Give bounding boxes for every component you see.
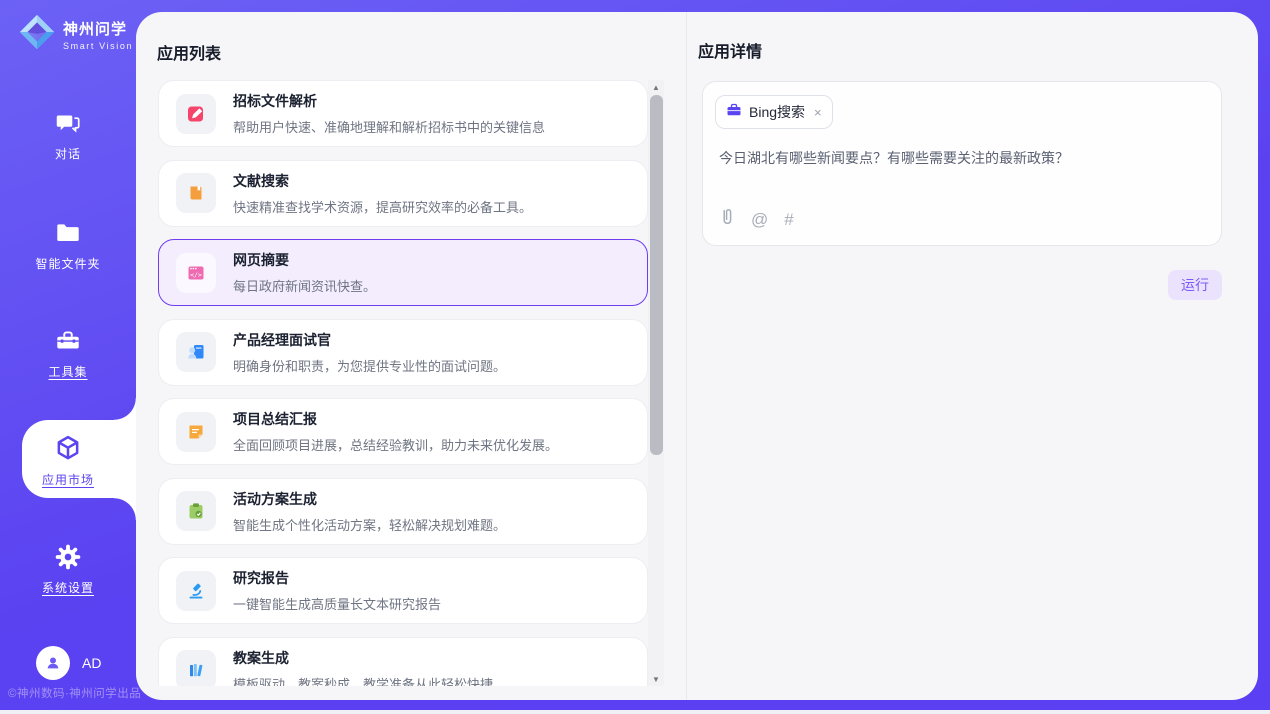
browser-code-icon: </> bbox=[176, 253, 216, 293]
copyright-text: ©神州数码·神州问学出品 bbox=[8, 685, 141, 701]
app-card-literature-search[interactable]: 文献搜索 快速精准查找学术资源，提高研究效率的必备工具。 bbox=[158, 160, 648, 227]
app-name: 活动方案生成 bbox=[233, 489, 506, 509]
run-button[interactable]: 运行 bbox=[1168, 270, 1222, 300]
chip-close-icon[interactable]: × bbox=[814, 105, 822, 120]
book-icon bbox=[176, 173, 216, 213]
app-name: 招标文件解析 bbox=[233, 91, 545, 111]
brand-name: 神州问学 bbox=[63, 18, 133, 39]
app-name: 文献搜索 bbox=[233, 171, 532, 191]
sidebar-item-settings[interactable]: 系统设置 bbox=[0, 542, 136, 597]
app-card-research-report[interactable]: 研究报告 一键智能生成高质量长文本研究报告 bbox=[158, 557, 648, 624]
app-detail-title: 应用详情 bbox=[698, 38, 762, 62]
gear-icon bbox=[0, 542, 136, 572]
prompt-input-card[interactable]: Bing搜索 × 今日湖北有哪些新闻要点？有哪些需要关注的最新政策？ @ # bbox=[702, 81, 1222, 246]
folder-icon bbox=[0, 218, 136, 248]
books-icon bbox=[176, 650, 216, 686]
sidebar-item-chat[interactable]: 对话 bbox=[0, 108, 136, 163]
sidebar-item-smart-folder[interactable]: 智能文件夹 bbox=[0, 218, 136, 273]
user-account[interactable]: AD bbox=[36, 646, 101, 680]
tool-chip-label: Bing搜索 bbox=[749, 102, 805, 122]
app-name: 网页摘要 bbox=[233, 250, 376, 270]
app-description: 快速精准查找学术资源，提高研究效率的必备工具。 bbox=[233, 197, 532, 216]
scrollbar-down-arrow-icon[interactable]: ▼ bbox=[648, 672, 664, 686]
avatar bbox=[36, 646, 70, 680]
briefcase-icon bbox=[726, 102, 742, 123]
svg-text:</>: </> bbox=[190, 270, 202, 278]
prompt-toolbar: @ # bbox=[720, 207, 794, 231]
brand-logo: 神州问学 Smart Vision bbox=[18, 13, 133, 56]
app-card-web-summary[interactable]: </> 网页摘要 每日政府新闻资讯快查。 bbox=[158, 239, 648, 306]
brand-subtitle: Smart Vision bbox=[63, 41, 133, 51]
sidebar-item-toolset[interactable]: 工具集 bbox=[0, 326, 136, 381]
app-name: 教案生成 bbox=[233, 648, 493, 668]
app-card-pm-interviewer[interactable]: 产品经理面试官 明确身份和职责，为您提供专业性的面试问题。 bbox=[158, 319, 648, 386]
app-name: 项目总结汇报 bbox=[233, 409, 558, 429]
tool-chip-bing-search[interactable]: Bing搜索 × bbox=[715, 95, 833, 129]
app-card-lesson-plan[interactable]: 教案生成 模板驱动，教案秒成，教学准备从此轻松快捷 bbox=[158, 637, 648, 687]
toolbox-icon bbox=[0, 326, 136, 356]
app-description: 智能生成个性化活动方案，轻松解决规划难题。 bbox=[233, 515, 506, 534]
sidebar-item-label: 对话 bbox=[55, 145, 81, 162]
app-list: 招标文件解析 帮助用户快速、准确地理解和解析招标书中的关键信息 文献搜索 快速精… bbox=[158, 80, 648, 686]
bottom-edge bbox=[0, 710, 1270, 714]
microscope-icon bbox=[176, 571, 216, 611]
gem-logo-icon bbox=[18, 13, 56, 56]
chat-icon bbox=[0, 108, 136, 138]
app-description: 一键智能生成高质量长文本研究报告 bbox=[233, 594, 441, 613]
app-name: 研究报告 bbox=[233, 568, 441, 588]
sidebar-item-label: 应用市场 bbox=[42, 471, 94, 488]
scrollbar-up-arrow-icon[interactable]: ▲ bbox=[648, 80, 664, 94]
app-description: 全面回顾项目进展，总结经验教训，助力未来优化发展。 bbox=[233, 435, 558, 454]
app-description: 帮助用户快速、准确地理解和解析招标书中的关键信息 bbox=[233, 117, 545, 136]
sidebar-item-label: 系统设置 bbox=[42, 579, 94, 596]
app-description: 每日政府新闻资讯快查。 bbox=[233, 276, 376, 295]
app-description: 模板驱动，教案秒成，教学准备从此轻松快捷 bbox=[233, 674, 493, 687]
scrollbar-thumb[interactable] bbox=[650, 95, 663, 455]
cube-icon bbox=[0, 432, 136, 464]
sidebar: 神州问学 Smart Vision 对话 智能文件夹 bbox=[0, 0, 136, 710]
app-list-title: 应用列表 bbox=[157, 40, 221, 64]
sidebar-item-label: 工具集 bbox=[48, 363, 87, 380]
paperclip-icon[interactable] bbox=[720, 207, 735, 231]
user-initials: AD bbox=[82, 655, 101, 671]
at-mention-icon[interactable]: @ bbox=[751, 211, 768, 228]
pen-square-icon bbox=[176, 94, 216, 134]
prompt-query-text[interactable]: 今日湖北有哪些新闻要点？有哪些需要关注的最新政策？ bbox=[719, 148, 1205, 168]
note-icon bbox=[176, 412, 216, 452]
app-card-project-summary[interactable]: 项目总结汇报 全面回顾项目进展，总结经验教训，助力未来优化发展。 bbox=[158, 398, 648, 465]
sidebar-item-app-market[interactable]: 应用市场 bbox=[0, 432, 136, 489]
sidebar-item-label: 智能文件夹 bbox=[35, 255, 100, 272]
clipboard-check-icon bbox=[176, 491, 216, 531]
app-description: 明确身份和职责，为您提供专业性的面试问题。 bbox=[233, 356, 506, 375]
panel-divider bbox=[686, 12, 687, 700]
app-card-event-plan[interactable]: 活动方案生成 智能生成个性化活动方案，轻松解决规划难题。 bbox=[158, 478, 648, 545]
app-name: 产品经理面试官 bbox=[233, 330, 506, 350]
hash-tag-icon[interactable]: # bbox=[784, 211, 793, 228]
app-card-bid-analysis[interactable]: 招标文件解析 帮助用户快速、准确地理解和解析招标书中的关键信息 bbox=[158, 80, 648, 147]
interviewer-icon bbox=[176, 332, 216, 372]
main-content: 应用列表 招标文件解析 帮助用户快速、准确地理解和解析招标书中的关键信息 bbox=[136, 12, 1258, 700]
app-list-scrollbar: ▲ ▼ bbox=[648, 80, 664, 686]
